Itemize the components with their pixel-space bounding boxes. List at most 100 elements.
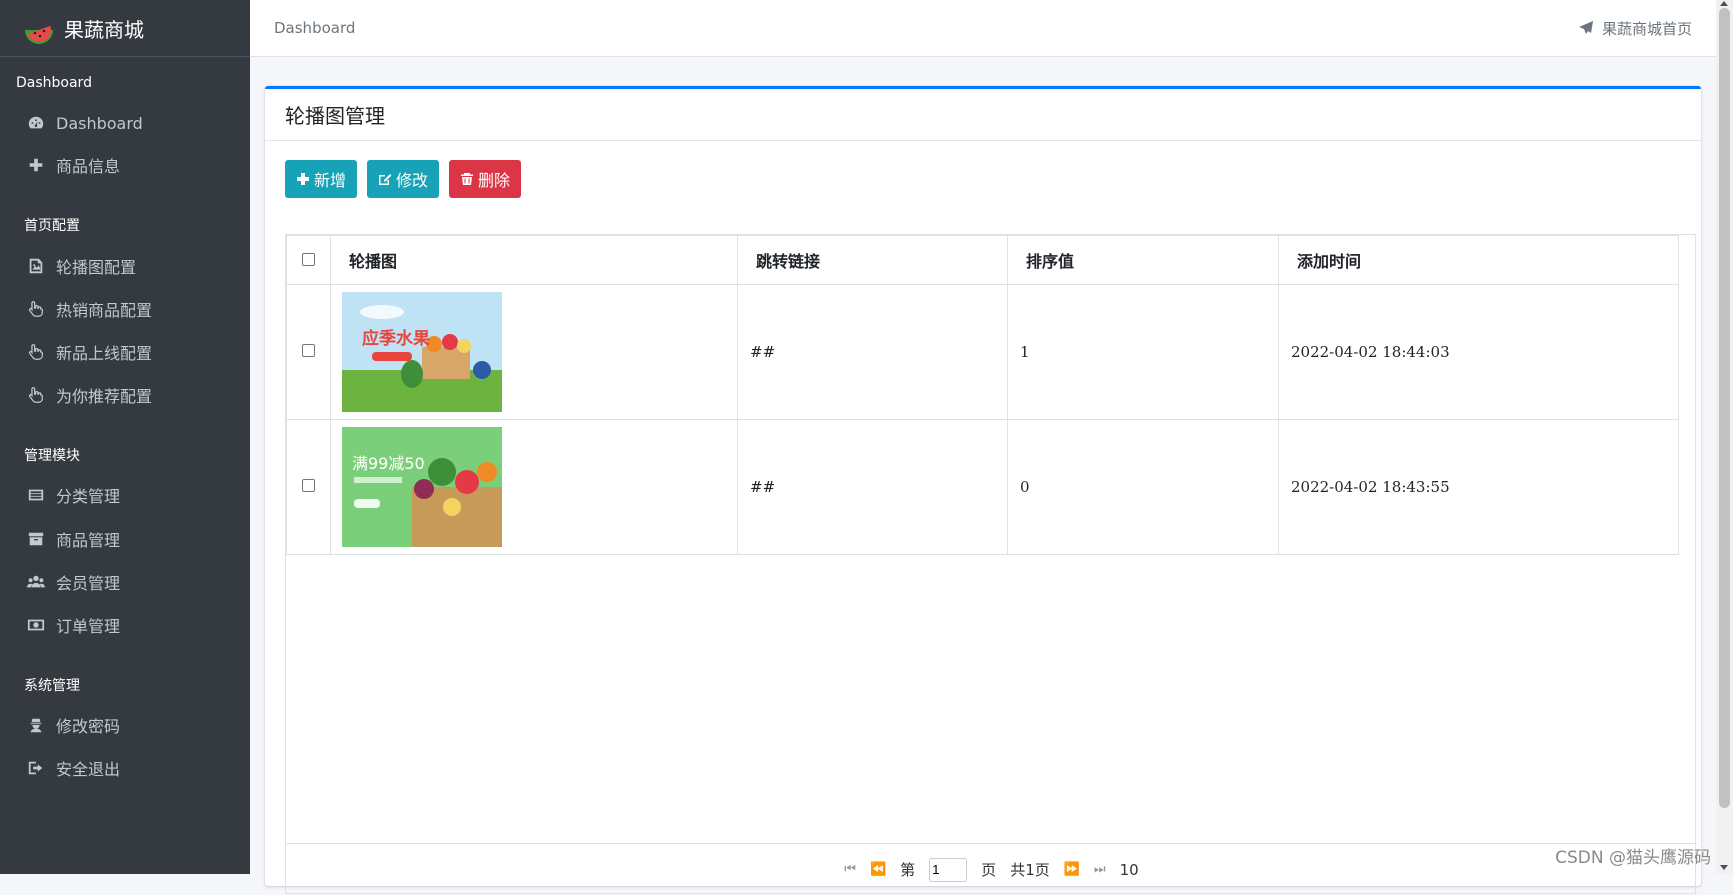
sidebar-item-label: 修改密码: [56, 713, 120, 737]
time-cell: 2022-04-02 18:43:55: [1279, 420, 1679, 555]
archive-icon: [26, 529, 46, 549]
carousel-table: 轮播图 跳转链接 排序值 添加时间: [286, 235, 1679, 555]
vertical-scrollbar[interactable]: [1716, 0, 1733, 874]
sidebar-item-label: 热销商品配置: [56, 297, 152, 321]
sidebar-item-label: 安全退出: [56, 756, 120, 780]
mall-home-label: 果蔬商城首页: [1602, 18, 1692, 39]
carousel-image-seasonal-fruit[interactable]: 应季水果: [342, 292, 502, 412]
sidebar-item-goods[interactable]: 商品管理: [0, 521, 250, 557]
page-number-input[interactable]: [929, 858, 967, 882]
brand-name: 果蔬商城: [64, 14, 144, 43]
sidebar-item-product-info[interactable]: 商品信息: [0, 147, 250, 183]
page-suffix: 页: [981, 859, 996, 880]
user-secret-icon: [26, 715, 46, 735]
edit-icon: [378, 172, 392, 186]
sidebar-item-label: 商品信息: [56, 153, 120, 177]
sidebar-item-label: 订单管理: [56, 613, 120, 637]
edit-button[interactable]: 修改: [367, 160, 439, 198]
select-all-cell: [287, 236, 331, 285]
sidebar-item-label: 分类管理: [56, 483, 120, 507]
row-select-cell: [287, 420, 331, 555]
sidebar-item-dashboard[interactable]: Dashboard: [0, 105, 250, 141]
trash-icon: [460, 172, 474, 186]
add-button[interactable]: 新增: [285, 160, 357, 198]
sidebar-item-category[interactable]: 分类管理: [0, 477, 250, 513]
sidebar-item-hot-goods-config[interactable]: 热销商品配置: [0, 291, 250, 327]
column-header-link[interactable]: 跳转链接: [738, 236, 1008, 285]
page-prefix: 第: [900, 859, 915, 880]
sidebar-item-members[interactable]: 会员管理: [0, 564, 250, 600]
paper-plane-icon: [1578, 20, 1594, 36]
breadcrumb[interactable]: Dashboard: [274, 19, 355, 37]
carousel-image-cell: 应季水果: [331, 285, 738, 420]
pagination: ⏮ ⏪ 第 页 共1页 ⏩ ⏭ 10: [286, 843, 1697, 895]
sidebar-item-label: Dashboard: [56, 114, 143, 133]
sort-cell: 0: [1008, 420, 1279, 555]
column-header-time[interactable]: 添加时间: [1279, 236, 1679, 285]
first-page-icon[interactable]: ⏮: [844, 862, 856, 877]
last-page-icon[interactable]: ⏭: [1094, 862, 1106, 877]
table-header-row: 轮播图 跳转链接 排序值 添加时间: [287, 236, 1679, 285]
carousel-image-discount[interactable]: 满99减50: [342, 427, 502, 547]
delete-button-label: 删除: [478, 167, 510, 191]
top-navbar: Dashboard 果蔬商城首页: [250, 0, 1716, 57]
scrollbar-thumb[interactable]: [1719, 8, 1730, 808]
carousel-image-label: 应季水果: [362, 328, 430, 349]
prev-page-icon[interactable]: ⏪: [870, 862, 886, 877]
carousel-table-container: 轮播图 跳转链接 排序值 添加时间: [285, 234, 1696, 894]
select-all-checkbox[interactable]: [302, 253, 315, 266]
sidebar-item-new-goods-config[interactable]: 新品上线配置: [0, 334, 250, 370]
link-cell: ##: [738, 420, 1008, 555]
row-select-cell: [287, 285, 331, 420]
sidebar-item-logout[interactable]: 安全退出: [0, 750, 250, 786]
link-cell: ##: [738, 285, 1008, 420]
next-page-icon[interactable]: ⏩: [1064, 862, 1080, 877]
brand[interactable]: 果蔬商城: [0, 0, 250, 57]
mall-home-link[interactable]: 果蔬商城首页: [1578, 18, 1692, 39]
carousel-image-cell: 满99减50: [331, 420, 738, 555]
toolbar: 新增 修改 删除: [285, 160, 521, 198]
users-icon: [26, 572, 46, 592]
delete-button[interactable]: 删除: [449, 160, 521, 198]
page-title: 轮播图管理: [265, 89, 1701, 141]
sidebar-item-label: 新品上线配置: [56, 340, 152, 364]
nav-header-management: 管理模块: [0, 448, 96, 464]
sidebar-item-change-password[interactable]: 修改密码: [0, 707, 250, 743]
nav-header-system: 系统管理: [0, 678, 96, 694]
table-row[interactable]: 应季水果 ## 1 2022-04-02 18:44:03: [287, 285, 1679, 420]
edit-button-label: 修改: [396, 167, 428, 191]
column-header-sort[interactable]: 排序值: [1008, 236, 1279, 285]
money-icon: [26, 615, 46, 635]
row-checkbox[interactable]: [302, 344, 315, 357]
image-icon: [26, 256, 46, 276]
time-cell: 2022-04-02 18:44:03: [1279, 285, 1679, 420]
nav-header-dashboard: Dashboard: [0, 75, 108, 91]
hand-pointer-icon: [26, 299, 46, 319]
sidebar: 果蔬商城 Dashboard Dashboard 商品信息 首页配置 轮播图配置…: [0, 0, 250, 874]
sidebar-item-label: 为你推荐配置: [56, 383, 152, 407]
plus-icon: [296, 172, 310, 186]
sidebar-item-label: 商品管理: [56, 527, 120, 551]
column-header-image[interactable]: 轮播图: [331, 236, 738, 285]
carousel-image-label: 满99减50: [352, 454, 425, 473]
scroll-down-icon[interactable]: [1720, 865, 1728, 870]
hand-pointer-icon: [26, 385, 46, 405]
sidebar-item-label: 轮播图配置: [56, 254, 136, 278]
table-row[interactable]: 满99减50 ## 0 2022-04-02 18:43:55: [287, 420, 1679, 555]
carousel-management-card: 轮播图管理 新增 修改 删除 轮播图 跳转链接 排序值 添加时间: [265, 86, 1701, 886]
watermark: CSDN @猫头鹰源码: [1555, 843, 1711, 868]
sidebar-item-label: 会员管理: [56, 570, 120, 594]
plus-icon: [26, 155, 46, 175]
sidebar-item-orders[interactable]: 订单管理: [0, 607, 250, 643]
sidebar-item-recommend-config[interactable]: 为你推荐配置: [0, 377, 250, 413]
row-checkbox[interactable]: [302, 479, 315, 492]
dashboard-icon: [26, 113, 46, 133]
watermelon-logo-icon: [22, 12, 56, 44]
scroll-up-icon[interactable]: [1720, 1, 1728, 6]
sign-out-icon: [26, 758, 46, 778]
hand-pointer-icon: [26, 342, 46, 362]
nav-header-home-config: 首页配置: [0, 218, 96, 234]
page-size-select[interactable]: 10: [1120, 861, 1139, 879]
sidebar-item-carousel-config[interactable]: 轮播图配置: [0, 248, 250, 284]
add-button-label: 新增: [314, 167, 346, 191]
